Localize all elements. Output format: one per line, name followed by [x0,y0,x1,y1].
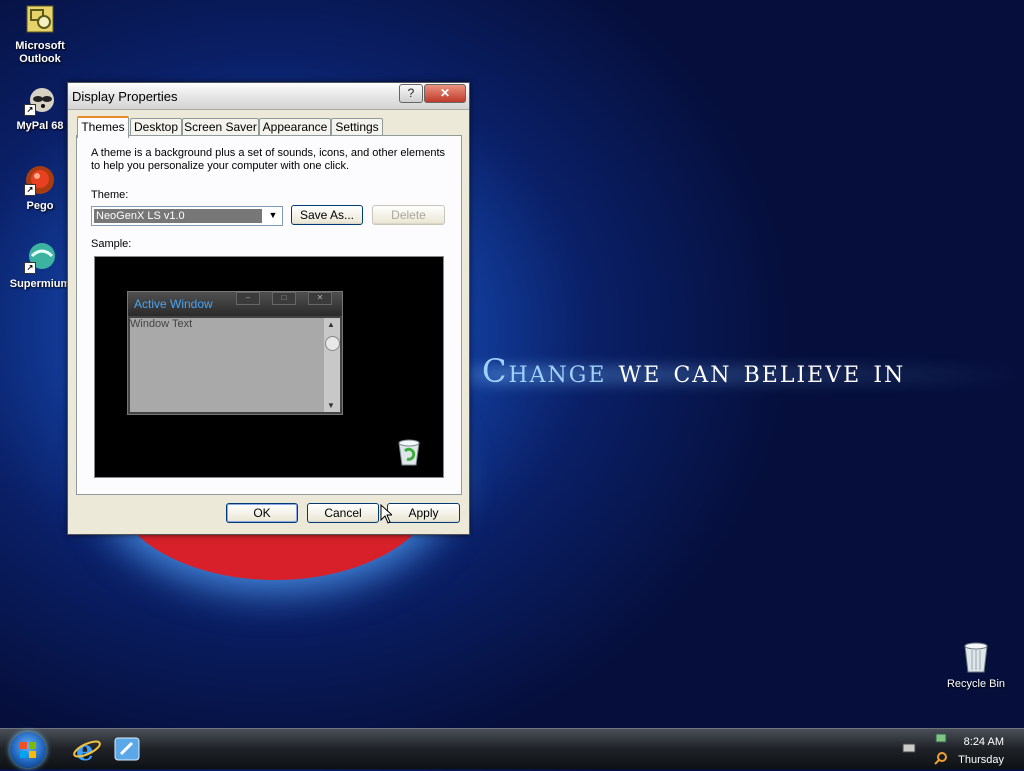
dialog-titlebar[interactable]: Display Properties ? ✕ [68,83,469,110]
help-button[interactable]: ? [399,84,423,103]
supermium-icon: ↗ [24,242,56,274]
save-as-button[interactable]: Save As... [291,205,363,225]
sample-scrollbar: ▲ ▼ [324,318,340,412]
tab-themes[interactable]: Themes [77,116,129,138]
desktop-icon-label: Microsoft [15,40,65,52]
network-icon[interactable] [934,732,948,749]
maximize-icon: □ [272,292,296,305]
close-button[interactable]: ✕ [424,84,466,103]
clock[interactable]: 8:24 AM Thursday [958,733,1004,769]
recycle-bin-label: Recycle Bin [946,678,1006,690]
scroll-thumb [325,336,340,351]
theme-description: A theme is a background plus a set of so… [91,147,446,172]
taskbar: e 8:24 AM Thursday [0,728,1024,769]
mouse-cursor-icon [380,503,394,527]
minimize-icon: – [236,292,260,305]
ok-button[interactable]: OK [226,503,298,523]
shortcut-arrow-icon: ↗ [24,262,36,274]
dialog-title: Display Properties [72,89,178,104]
scroll-up-icon: ▲ [327,320,335,329]
outlook-icon [24,4,56,36]
mypal-raccoon-icon: ↗ [24,84,56,116]
theme-select-value: NeoGenX LS v1.0 [94,209,262,223]
theme-select[interactable]: NeoGenX LS v1.0 ▼ [91,206,283,226]
themes-panel: A theme is a background plus a set of so… [76,135,462,495]
recycle-bin-icon [960,640,992,674]
close-icon: ✕ [308,292,332,305]
chevron-down-icon[interactable]: ▼ [266,210,280,223]
pego-icon: ↗ [24,164,56,196]
clock-day: Thursday [958,754,1004,766]
shortcut-arrow-icon: ↗ [24,184,36,196]
wallpaper-slogan: Change we can believe in [482,352,905,390]
cancel-button[interactable]: Cancel [307,503,379,523]
clock-time: 8:24 AM [963,736,1004,748]
internet-explorer-icon[interactable]: e [72,734,102,767]
slogan-word1: Change [482,352,607,390]
desktop-icon-outlook[interactable]: Microsoft Outlook [0,4,80,66]
tab-settings[interactable]: Settings [331,118,383,136]
desktop-icon-recycle-bin[interactable]: Recycle Bin [940,640,1012,690]
theme-label: Theme: [91,189,129,201]
start-button[interactable] [10,732,46,768]
sample-window-title: Active Window [134,297,213,311]
scroll-down-icon: ▼ [327,401,335,410]
sample-active-window: Active Window – □ ✕ Window Text ▲ ▼ [127,291,343,415]
desktop-icon-label: Outlook [19,53,61,65]
shortcut-arrow-icon: ↗ [24,104,36,116]
delete-button[interactable]: Delete [372,205,445,225]
slogan-rest: we can believe in [618,352,906,390]
tab-appearance[interactable]: Appearance [259,118,331,136]
apply-button[interactable]: Apply [387,503,460,523]
system-tray: 8:24 AM Thursday [884,729,1024,769]
tab-screen-saver[interactable]: Screen Saver [182,118,259,136]
sample-label: Sample: [91,238,132,250]
keyboard-icon[interactable] [902,741,916,756]
tab-desktop[interactable]: Desktop [130,118,182,136]
recycle-bin-icon [395,437,423,467]
quick-launch-app-icon[interactable] [112,734,142,764]
sample-window-text: Window Text [130,318,324,412]
sample-titlebar: Active Window – □ ✕ [128,292,342,316]
theme-sample-preview: Active Window – □ ✕ Window Text ▲ ▼ [94,256,444,478]
display-properties-dialog: Display Properties ? ✕ Themes Desktop Sc… [67,82,470,535]
search-icon[interactable] [934,751,948,768]
